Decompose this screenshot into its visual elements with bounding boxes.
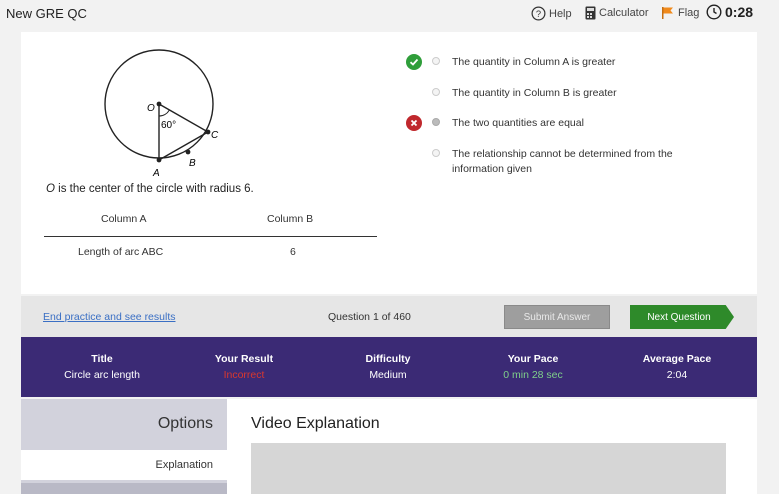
stat-average-pace-value: 2:04 bbox=[666, 369, 688, 381]
help-button[interactable]: ? Help bbox=[531, 6, 572, 21]
column-a-value: Length of arc ABC bbox=[78, 246, 164, 258]
flag-label: Flag bbox=[678, 7, 700, 19]
calculator-button[interactable]: Calculator bbox=[585, 6, 649, 20]
label-o: O bbox=[147, 103, 155, 114]
stat-difficulty-value: Medium bbox=[369, 369, 407, 381]
timer: 0:28 bbox=[706, 4, 753, 20]
choice-3-text: The two quantities are equal bbox=[452, 117, 584, 129]
stat-your-pace-value: 0 min 28 sec bbox=[503, 369, 563, 381]
choice-4-text: The relationship cannot be determined fr… bbox=[452, 148, 673, 175]
tab-explanation[interactable]: Explanation bbox=[21, 450, 227, 480]
end-practice-link[interactable]: End practice and see results bbox=[43, 311, 176, 323]
point-b bbox=[185, 149, 191, 155]
stat-title: Title Circle arc length bbox=[42, 353, 162, 381]
label-angle: 60° bbox=[161, 120, 176, 131]
answer-choice-1[interactable]: The quantity in Column A is greater bbox=[432, 55, 702, 70]
column-a-header: Column A bbox=[101, 213, 147, 225]
label-c: C bbox=[211, 130, 219, 141]
stat-average-pace: Average Pace 2:04 bbox=[617, 353, 737, 381]
timer-value: 0:28 bbox=[725, 4, 754, 20]
stat-title-value: Circle arc length bbox=[64, 369, 140, 381]
calculator-label: Calculator bbox=[599, 7, 649, 19]
label-b: B bbox=[189, 158, 196, 169]
help-label: Help bbox=[549, 7, 572, 20]
options-next-tab[interactable] bbox=[21, 483, 227, 494]
incorrect-x-icon bbox=[406, 115, 422, 131]
action-bar: End practice and see results Question 1 … bbox=[21, 296, 757, 337]
next-question-button[interactable]: Next Question bbox=[630, 305, 734, 329]
stat-difficulty-label: Difficulty bbox=[365, 353, 411, 365]
clock-icon bbox=[706, 4, 722, 20]
answer-choice-3[interactable]: The two quantities are equal bbox=[432, 116, 702, 131]
caption-variable: O bbox=[46, 183, 55, 195]
point-c bbox=[205, 129, 211, 135]
options-panel: Options Explanation bbox=[21, 399, 227, 494]
stat-result-value: Incorrect bbox=[223, 369, 265, 381]
answer-choice-4[interactable]: The relationship cannot be determined fr… bbox=[432, 147, 702, 177]
top-bar: New GRE QC ? Help Calculator Flag 0:28 bbox=[0, 0, 779, 28]
label-a: A bbox=[152, 168, 160, 178]
results-stats-bar: Title Circle arc length Your Result Inco… bbox=[21, 337, 757, 397]
explanation-panel: Video Explanation bbox=[227, 399, 757, 494]
video-explanation-title: Video Explanation bbox=[251, 415, 380, 432]
video-player[interactable] bbox=[251, 443, 726, 494]
submit-answer-button[interactable]: Submit Answer bbox=[504, 305, 610, 329]
correct-check-icon bbox=[406, 54, 422, 70]
choice-1-radio[interactable] bbox=[432, 57, 440, 65]
column-divider bbox=[44, 236, 377, 237]
angle-arc bbox=[158, 109, 170, 117]
circle-diagram: O 60° A B C bbox=[104, 49, 219, 178]
point-o bbox=[156, 101, 162, 107]
chord-ac bbox=[158, 131, 209, 161]
point-a bbox=[156, 157, 162, 163]
question-counter: Question 1 of 460 bbox=[328, 311, 411, 323]
stat-average-pace-label: Average Pace bbox=[642, 353, 712, 365]
stat-your-pace: Your Pace 0 min 28 sec bbox=[473, 353, 593, 381]
column-b-value: 6 bbox=[290, 246, 296, 258]
stat-difficulty: Difficulty Medium bbox=[328, 353, 448, 381]
choice-4-radio[interactable] bbox=[432, 149, 440, 157]
stat-your-pace-label: Your Pace bbox=[507, 353, 559, 365]
flag-icon bbox=[662, 7, 673, 19]
stat-result: Your Result Incorrect bbox=[184, 353, 304, 381]
options-title: Options bbox=[157, 415, 213, 432]
stat-title-label: Title bbox=[91, 353, 113, 365]
tab-explanation-label: Explanation bbox=[155, 459, 214, 471]
stat-result-label: Your Result bbox=[214, 353, 274, 365]
choice-1-text: The quantity in Column A is greater bbox=[452, 56, 616, 68]
caption-text: is the center of the circle with radius … bbox=[54, 183, 254, 195]
choice-2-radio[interactable] bbox=[432, 88, 440, 96]
flag-button[interactable]: Flag bbox=[661, 6, 699, 20]
svg-text:?: ? bbox=[536, 9, 541, 19]
choice-3-radio[interactable] bbox=[432, 118, 440, 126]
column-b-header: Column B bbox=[267, 213, 314, 225]
help-icon: ? bbox=[531, 6, 546, 21]
app-title: New GRE QC bbox=[6, 6, 87, 21]
answer-choice-2[interactable]: The quantity in Column B is greater bbox=[432, 86, 702, 101]
choice-2-text: The quantity in Column B is greater bbox=[452, 87, 617, 99]
question-caption: O is the center of the circle with radiu… bbox=[46, 183, 254, 195]
calculator-icon bbox=[585, 6, 596, 20]
